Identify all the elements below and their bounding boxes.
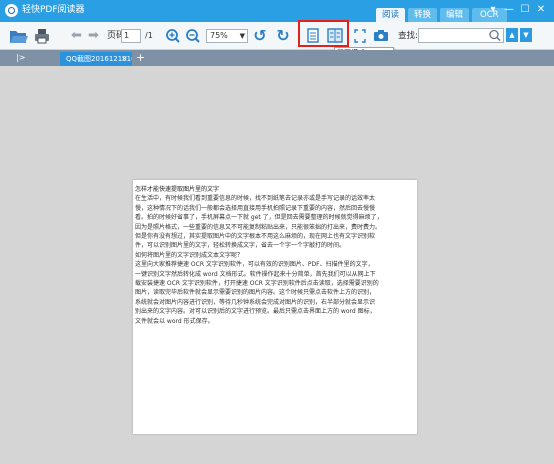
zoom-out-icon[interactable] [185, 27, 201, 45]
document-line: 但是你有没有想过，其实提取图片中的文字根本不用这么麻烦的，现在网上也有文字识别软 [135, 233, 376, 241]
next-page-icon[interactable]: ➡ [88, 27, 100, 45]
zoom-select[interactable]: 75% ▼ [206, 29, 248, 43]
chevron-down-icon: ▼ [239, 32, 245, 40]
close-button[interactable]: ✕ [534, 3, 548, 17]
document-line: 慢，这种情况下的话我们一般都会选择用直接用手机拍照记录下重要的内容，然后回去慢慢 [135, 204, 376, 212]
document-tab-bar: |> QQ截图20161219161235... × + [0, 50, 554, 66]
app-title: 轻快PDF阅读器 [22, 5, 85, 15]
document-line: 件，可以识别图片里的文字，轻松转换成文字，省去一个字一个字敲打的时间。 [135, 242, 346, 250]
title-bar: 轻快PDF阅读器 阅读 转换 编辑 OCR ▾ — ☐ ✕ [0, 0, 554, 22]
tab-edit[interactable]: 编辑 [440, 8, 470, 22]
maximize-button[interactable]: ☐ [518, 3, 532, 17]
app-logo-icon [5, 4, 18, 17]
pdf-page: 怎样才能快速提取图片里的文字在生活中，有时候我们看到重要信息的时候，找不到纸笔去… [133, 180, 417, 434]
search-prev-button[interactable]: ▲ [506, 28, 518, 42]
document-viewer[interactable]: 怎样才能快速提取图片里的文字在生活中，有时候我们看到重要信息的时候，找不到纸笔去… [0, 66, 554, 464]
search-next-button[interactable]: ▼ [520, 28, 532, 42]
tab-convert[interactable]: 转换 [408, 8, 438, 22]
print-icon[interactable] [34, 27, 50, 45]
document-line: 在生活中，有时候我们看到重要信息的时候，找不到纸笔去记录亦或是手写记录的话效率太 [135, 195, 376, 203]
document-line: 文件就会以 word 形式保存。 [135, 317, 214, 325]
document-line: 系统就会对图片内容进行识别，等待几秒钟系统会完成对图片的识别，右半部分就会显示识 [135, 298, 376, 306]
zoom-value: 75% [210, 31, 228, 40]
document-line: 看。拍的时候好省事了，手机屏幕点一下就 get 了，但是回去需要整理的时候就觉得… [135, 214, 383, 222]
document-line: 载安装捷速 OCR 文字识别软件，打开捷速 OCR 文字识别软件后点击读取，选择… [135, 280, 379, 288]
rotate-right-icon[interactable]: ↻ [275, 27, 291, 45]
document-line: 图片，读取完毕后软件就会显示需要识别的图片内容。这个时候只需点击软件上方的识别， [135, 289, 376, 297]
fullscreen-icon[interactable] [353, 27, 367, 45]
menu-dropdown-icon[interactable]: ▾ [486, 3, 500, 17]
search-icon[interactable] [488, 28, 502, 43]
previous-page-icon[interactable]: ⬅ [71, 27, 83, 45]
add-tab-icon[interactable]: + [136, 51, 145, 65]
document-line: 一键识别文字然后转化成 word 文档形式。软件操作起来十分简单，首先我们可以从… [135, 270, 376, 278]
rotate-left-icon[interactable]: ↺ [252, 27, 268, 45]
highlight-box [298, 20, 349, 47]
document-line: 如何将图片里的文字识别成文本文字呢？ [135, 251, 244, 259]
minimize-button[interactable]: — [502, 3, 516, 17]
document-line: 这里向大家推荐捷速 OCR 文字识别软件，可以有效的识别图片、PDF、扫描件里的… [135, 261, 374, 269]
document-title: 怎样才能快速提取图片里的文字 [135, 186, 220, 193]
zoom-in-icon[interactable] [165, 27, 181, 45]
page-total: /1 [145, 31, 153, 40]
sidebar-toggle-icon[interactable]: |> [16, 52, 25, 64]
document-line: 别出来的文字内容。对可以识别后的文字进行预览。最后只需点击界面上方的 word … [135, 308, 376, 316]
window-controls: ▾ — ☐ ✕ [484, 3, 548, 17]
open-folder-icon[interactable] [9, 27, 29, 45]
search-label: 查找: [398, 31, 418, 41]
tab-read[interactable]: 阅读 [376, 8, 406, 22]
close-tab-icon[interactable]: × [121, 52, 128, 66]
page-number-input[interactable]: 1 [121, 29, 141, 43]
screenshot-icon[interactable] [373, 27, 389, 45]
document-line: 因为是照片格式，一些重要的信息又不可能复制粘贴出来，只能很笨拙的打出来，费时费力… [135, 223, 382, 231]
